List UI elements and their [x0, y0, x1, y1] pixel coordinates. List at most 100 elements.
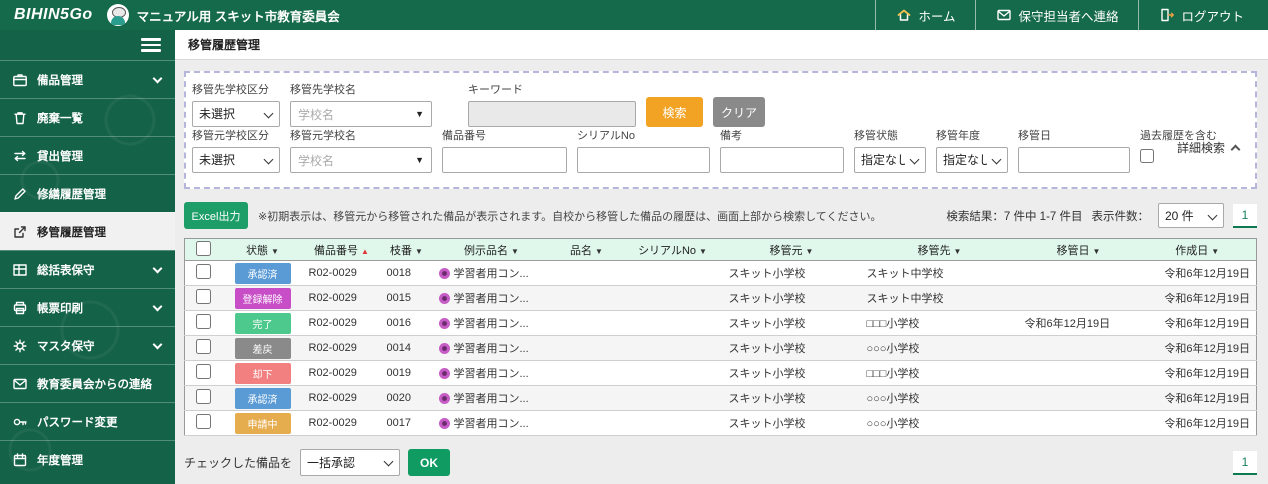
to-school-cell: スキット中学校 [861, 286, 1019, 311]
page-size-select[interactable]: 20 件 [1158, 203, 1224, 228]
transfer-date-label: 移管日 [1018, 127, 1130, 143]
branch-no-cell: 0020 [381, 386, 433, 411]
detail-search-toggle[interactable]: 詳細検索 [1177, 139, 1239, 156]
item-category-icon [439, 368, 450, 379]
to-school-cell: ○○○小学校 [861, 336, 1019, 361]
topbar-mail-button[interactable]: 保守担当者へ連絡 [975, 0, 1138, 30]
row-checkbox[interactable] [196, 389, 211, 404]
src-division-select[interactable]: 未選択 [192, 147, 280, 173]
to-school-cell: ○○○小学校 [861, 411, 1019, 436]
sidebar-item-box[interactable]: 備品管理 [0, 60, 175, 98]
sort-arrow-icon: ▼ [271, 247, 279, 256]
topbar-nav: ホーム保守担当者へ連絡ログアウト [875, 0, 1268, 30]
main-area: 移管履歴管理 移管先学校区分 未選択 移管先学校名 学校名 ▼ [175, 30, 1268, 484]
example-name-cell: 学習者用コン... [433, 336, 551, 361]
ok-button[interactable]: OK [408, 449, 450, 476]
trash-icon [12, 110, 28, 126]
sidebar-item-gear[interactable]: マスタ保守 [0, 326, 175, 364]
sidebar-item-table[interactable]: 総括表保守 [0, 250, 175, 288]
name-cell [551, 336, 623, 361]
menu-toggle-button[interactable] [141, 35, 161, 55]
table-row[interactable]: 完了R02-00290016学習者用コン...スキット小学校□□□小学校令和6年… [185, 311, 1257, 336]
note-label: 備考 [720, 127, 844, 143]
select-all-checkbox[interactable] [196, 241, 211, 256]
column-header[interactable]: 移管先▼ [861, 239, 1019, 261]
column-header[interactable]: 状態▼ [223, 239, 303, 261]
sort-arrow-icon: ▼ [415, 247, 423, 256]
table-row[interactable]: 承認済R02-00290020学習者用コン...スキット小学校○○○小学校令和6… [185, 386, 1257, 411]
sidebar-item-pencil[interactable]: 修繕履歴管理 [0, 174, 175, 212]
bulk-action-select[interactable]: 一括承認 [300, 449, 400, 476]
name-cell [551, 286, 623, 311]
column-header[interactable]: 品名▼ [551, 239, 623, 261]
item-no-cell: R02-0029 [303, 411, 381, 436]
sidebar-item-swap[interactable]: 貸出管理 [0, 136, 175, 174]
keyword-input[interactable] [468, 101, 636, 127]
status-badge: 承認済 [235, 388, 291, 409]
item-no-cell: R02-0029 [303, 386, 381, 411]
column-header[interactable]: 枝番▼ [381, 239, 433, 261]
pencil-icon [12, 186, 28, 202]
item-category-icon [439, 343, 450, 354]
state-select[interactable]: 指定なし [854, 147, 926, 173]
item-no-label: 備品番号 [442, 127, 567, 143]
dest-division-select[interactable]: 未選択 [192, 101, 280, 127]
row-checkbox[interactable] [196, 339, 211, 354]
row-checkbox[interactable] [196, 414, 211, 429]
keyword-label: キーワード [468, 81, 636, 97]
excel-export-button[interactable]: Excel出力 [184, 202, 248, 229]
search-button[interactable]: 検索 [646, 97, 703, 127]
column-header[interactable]: 備品番号▲ [303, 239, 381, 261]
src-division-label: 移管元学校区分 [192, 127, 280, 143]
from-school-cell: スキット小学校 [723, 336, 861, 361]
name-cell [551, 411, 623, 436]
column-header[interactable]: 移管日▼ [1019, 239, 1139, 261]
src-school-combobox[interactable]: 学校名 ▼ [290, 147, 432, 173]
example-name-cell: 学習者用コン... [433, 261, 551, 286]
past-history-checkbox[interactable] [1140, 149, 1154, 163]
sidebar-item-key[interactable]: パスワード変更 [0, 402, 175, 440]
status-badge: 登録解除 [235, 288, 291, 309]
sidebar-item-trash[interactable]: 廃棄一覧 [0, 98, 175, 136]
table-row[interactable]: 登録解除R02-00290015学習者用コン...スキット小学校スキット中学校令… [185, 286, 1257, 311]
item-category-icon [439, 418, 450, 429]
row-checkbox[interactable] [196, 264, 211, 279]
column-header[interactable]: 作成日▼ [1139, 239, 1257, 261]
serial-cell [623, 361, 723, 386]
column-header[interactable]: 例示品名▼ [433, 239, 551, 261]
sidebar-item-calendar[interactable]: 年度管理 [0, 440, 175, 478]
transfer-date-cell [1019, 386, 1139, 411]
dest-school-combobox[interactable]: 学校名 ▼ [290, 101, 432, 127]
year-select[interactable]: 指定なし [936, 147, 1008, 173]
transfer-icon [12, 224, 28, 240]
sidebar-item-printer[interactable]: 帳票印刷 [0, 288, 175, 326]
column-header[interactable]: 移管元▼ [723, 239, 861, 261]
created-date-cell: 令和6年12月19日 [1139, 386, 1257, 411]
row-checkbox[interactable] [196, 364, 211, 379]
transfer-date-cell [1019, 336, 1139, 361]
note-input[interactable] [720, 147, 844, 173]
page-number-bottom[interactable]: 1 [1233, 451, 1257, 475]
item-no-input[interactable] [442, 147, 567, 173]
topbar-logout-button[interactable]: ログアウト [1138, 0, 1268, 30]
chevron-down-icon [153, 301, 163, 311]
from-school-cell: スキット小学校 [723, 386, 861, 411]
row-checkbox[interactable] [196, 314, 211, 329]
column-header[interactable]: シリアルNo▼ [623, 239, 723, 261]
sidebar-item-transfer[interactable]: 移管履歴管理 [0, 212, 175, 250]
table-row[interactable]: 申請中R02-00290017学習者用コン...スキット小学校○○○小学校令和6… [185, 411, 1257, 436]
page-number-top[interactable]: 1 [1233, 204, 1257, 228]
serial-cell [623, 286, 723, 311]
clear-button[interactable]: クリア [713, 97, 765, 127]
dest-school-label: 移管先学校名 [290, 81, 432, 97]
sidebar-nav: 備品管理廃棄一覧貸出管理修繕履歴管理移管履歴管理総括表保守帳票印刷マスタ保守教育… [0, 60, 175, 478]
transfer-date-input[interactable] [1018, 147, 1130, 173]
table-row[interactable]: 承認済R02-00290018学習者用コン...スキット小学校スキット中学校令和… [185, 261, 1257, 286]
table-row[interactable]: 差戻R02-00290014学習者用コン...スキット小学校○○○小学校令和6年… [185, 336, 1257, 361]
topbar-home-button[interactable]: ホーム [875, 0, 975, 30]
sidebar-item-mail[interactable]: 教育委員会からの連絡 [0, 364, 175, 402]
serial-input[interactable] [577, 147, 710, 173]
row-checkbox[interactable] [196, 289, 211, 304]
table-row[interactable]: 却下R02-00290019学習者用コン...スキット小学校□□□小学校令和6年… [185, 361, 1257, 386]
serial-cell [623, 386, 723, 411]
